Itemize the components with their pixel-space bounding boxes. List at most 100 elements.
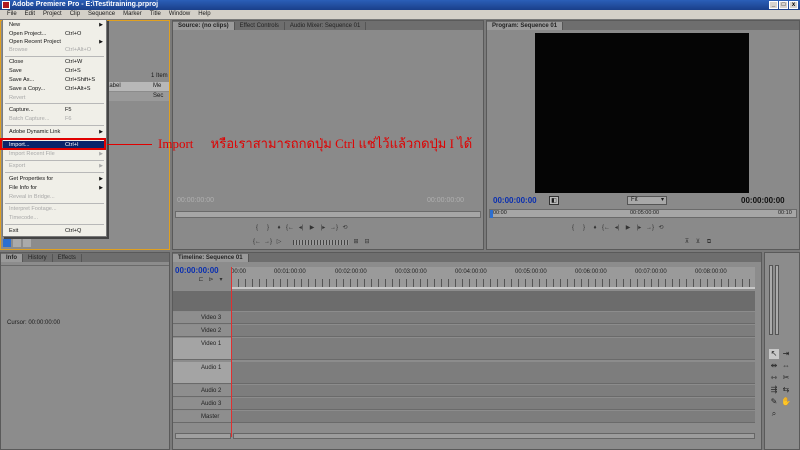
tab-info[interactable]: Info bbox=[1, 254, 23, 262]
menu-item-save[interactable]: Save Ctrl+S bbox=[3, 67, 106, 75]
menu-item-dynamic-link[interactable]: Adobe Dynamic Link ▶ bbox=[3, 128, 106, 136]
timeline-timecode[interactable]: 00:00:00:00 bbox=[175, 266, 219, 275]
timeline-ruler[interactable]: 00:00 00:01:00:00 00:02:00:00 00:03:00:0… bbox=[231, 267, 755, 289]
set-in-icon[interactable]: { bbox=[569, 225, 577, 232]
minimize-button[interactable]: _ bbox=[769, 1, 778, 9]
zoom-slider[interactable] bbox=[175, 433, 231, 439]
marker-icon[interactable]: ♦ bbox=[275, 225, 283, 232]
menu-sequence[interactable]: Sequence bbox=[84, 10, 119, 19]
menu-item-open-project[interactable]: Open Project... Ctrl+O bbox=[3, 30, 106, 38]
menu-project[interactable]: Project bbox=[39, 10, 66, 19]
goto-out-icon[interactable]: →} bbox=[646, 225, 654, 232]
tab-effects[interactable]: Effects bbox=[53, 254, 82, 262]
tab-audio-mixer[interactable]: Audio Mixer: Sequence 01 bbox=[285, 22, 367, 30]
menu-item-capture[interactable]: Capture... F5 bbox=[3, 106, 106, 114]
track-header-master[interactable]: Master bbox=[173, 411, 231, 423]
rolling-edit-tool-icon[interactable]: ⇔ bbox=[781, 361, 791, 371]
menu-item-save-copy[interactable]: Save a Copy... Ctrl+Alt+S bbox=[3, 85, 106, 93]
menu-file[interactable]: File bbox=[3, 10, 21, 19]
menu-edit[interactable]: Edit bbox=[21, 10, 39, 19]
pen-tool-icon[interactable]: ✎ bbox=[769, 397, 779, 407]
overlay-icon[interactable]: ⊟ bbox=[363, 239, 371, 246]
safe-margins-icon[interactable]: ◧ bbox=[549, 196, 559, 205]
snap-icon[interactable]: ⊏ bbox=[197, 277, 205, 284]
menu-item-get-properties[interactable]: Get Properties for ▶ bbox=[3, 175, 106, 183]
goto-in-icon[interactable]: {← bbox=[286, 225, 294, 232]
track-area-video-3[interactable] bbox=[231, 312, 755, 324]
loop-icon[interactable]: ⟲ bbox=[341, 225, 349, 232]
track-header-audio-3[interactable]: Audio 3 bbox=[173, 398, 231, 410]
program-timecode-left[interactable]: 00:00:00:00 bbox=[493, 196, 537, 205]
step-forward-icon[interactable]: |▸ bbox=[319, 225, 327, 232]
zoom-select[interactable]: Fit ▾ bbox=[627, 196, 667, 205]
project-row[interactable]: Sec bbox=[101, 92, 169, 101]
menu-marker[interactable]: Marker bbox=[119, 10, 146, 19]
play-icon[interactable]: ▶ bbox=[624, 225, 632, 232]
work-area-bar[interactable] bbox=[231, 287, 755, 289]
step-back-icon[interactable]: ◂| bbox=[297, 225, 305, 232]
source-scrub-bar[interactable] bbox=[175, 211, 481, 218]
tab-history[interactable]: History bbox=[23, 254, 53, 262]
hand-tool-icon[interactable]: ✋ bbox=[781, 397, 791, 407]
track-header-video-3[interactable]: Video 3 bbox=[173, 312, 231, 324]
horizontal-scrollbar[interactable] bbox=[233, 433, 755, 439]
goto-in-icon[interactable]: {← bbox=[602, 225, 610, 232]
track-area-audio-2[interactable] bbox=[231, 385, 755, 397]
automate-icon[interactable] bbox=[23, 239, 31, 247]
menu-title[interactable]: Title bbox=[146, 10, 165, 19]
tab-program[interactable]: Program: Sequence 01 bbox=[487, 22, 564, 30]
set-marker-icon[interactable]: ⊳ bbox=[207, 277, 215, 284]
close-button[interactable]: x bbox=[789, 1, 798, 9]
menu-item-new[interactable]: New ▶ bbox=[3, 21, 106, 29]
menu-clip[interactable]: Clip bbox=[66, 10, 84, 19]
menu-item-close[interactable]: Close Ctrl+W bbox=[3, 58, 106, 66]
extract-icon[interactable]: ⊻ bbox=[694, 239, 702, 246]
play-icon[interactable]: ▶ bbox=[308, 225, 316, 232]
slip-tool-icon[interactable]: ⇶ bbox=[769, 385, 779, 395]
ripple-edit-tool-icon[interactable]: ⇹ bbox=[769, 361, 779, 371]
menu-item-save-as[interactable]: Save As... Ctrl+Shift+S bbox=[3, 76, 106, 84]
tab-timeline[interactable]: Timeline: Sequence 01 bbox=[173, 254, 249, 262]
program-time-ruler[interactable]: 00:00 00:05:00:00 00:10 bbox=[489, 209, 797, 218]
razor-tool-icon[interactable]: ✂ bbox=[781, 373, 791, 383]
track-area-master[interactable] bbox=[231, 411, 755, 423]
jog-shuttle[interactable] bbox=[293, 240, 349, 245]
step-forward-icon[interactable]: |▸ bbox=[635, 225, 643, 232]
zoom-tool-icon[interactable]: ⌕ bbox=[769, 409, 779, 419]
goto-out-icon[interactable]: →} bbox=[330, 225, 338, 232]
selection-tool-icon[interactable]: ↖ bbox=[769, 349, 779, 359]
track-header-audio-2[interactable]: Audio 2 bbox=[173, 385, 231, 397]
insert-icon[interactable]: ⊞ bbox=[352, 239, 360, 246]
slide-tool-icon[interactable]: ⇆ bbox=[781, 385, 791, 395]
program-video-frame[interactable] bbox=[535, 33, 749, 193]
track-select-tool-icon[interactable]: ⇥ bbox=[781, 349, 791, 359]
menu-item-exit[interactable]: Exit Ctrl+Q bbox=[3, 227, 106, 235]
track-area-video-2[interactable] bbox=[231, 325, 755, 337]
marker-icon[interactable]: ♦ bbox=[591, 225, 599, 232]
menu-window[interactable]: Window bbox=[165, 10, 194, 19]
column-label[interactable]: Label bbox=[106, 83, 121, 89]
set-out-icon[interactable]: } bbox=[264, 225, 272, 232]
icon-view-icon[interactable] bbox=[13, 239, 21, 247]
step-back-icon[interactable]: ◂| bbox=[613, 225, 621, 232]
track-header-video-2[interactable]: Video 2 bbox=[173, 325, 231, 337]
goto-in-point-icon[interactable]: {← bbox=[253, 239, 261, 246]
tab-source[interactable]: Source: (no clips) bbox=[173, 22, 235, 30]
track-area-video-1[interactable] bbox=[231, 338, 755, 360]
track-header-video-1[interactable]: Video 1 bbox=[173, 338, 231, 360]
set-out-icon[interactable]: } bbox=[580, 225, 588, 232]
trim-icon[interactable]: ⧉ bbox=[705, 239, 713, 246]
loop-icon[interactable]: ⟲ bbox=[657, 225, 665, 232]
lift-icon[interactable]: ⊼ bbox=[683, 239, 691, 246]
menu-help[interactable]: Help bbox=[194, 10, 214, 19]
play-in-to-out-icon[interactable]: ▷ bbox=[275, 239, 283, 246]
tab-effect-controls[interactable]: Effect Controls bbox=[235, 22, 285, 30]
maximize-button[interactable]: □ bbox=[779, 1, 788, 9]
list-view-icon[interactable] bbox=[3, 239, 11, 247]
menu-item-open-recent[interactable]: Open Recent Project ▶ bbox=[3, 38, 106, 46]
track-header-audio-1[interactable]: Audio 1 bbox=[173, 362, 231, 384]
playhead-icon[interactable] bbox=[490, 210, 493, 218]
playhead-line[interactable] bbox=[231, 267, 232, 437]
set-in-icon[interactable]: { bbox=[253, 225, 261, 232]
track-area-audio-1[interactable] bbox=[231, 362, 755, 384]
